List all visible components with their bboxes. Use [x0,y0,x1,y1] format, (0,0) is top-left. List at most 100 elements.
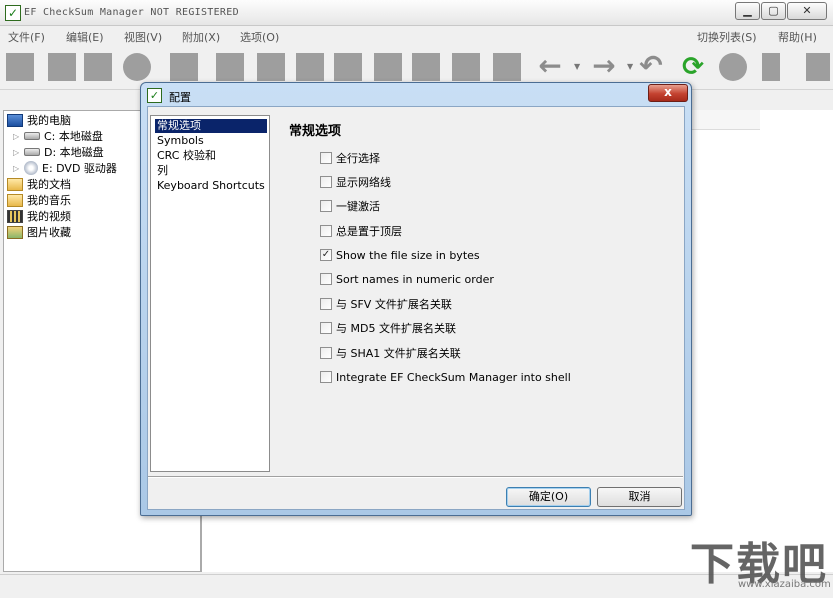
check-doc-icon[interactable] [334,53,362,81]
option-associate-md5[interactable]: 与 MD5 文件扩展名关联 [320,320,456,336]
minimize-button[interactable]: ▁ [735,2,760,20]
filter-icon[interactable] [452,53,480,81]
folder-icon [7,177,23,191]
folder-icon [7,193,23,207]
dialog-check-icon: ✓ [147,88,162,103]
category-keyboard-shortcuts[interactable]: Keyboard Shortcuts [155,179,267,193]
option-one-click-activate[interactable]: 一键激活 [320,198,380,214]
option-label: 全行选择 [336,152,380,165]
doc-plus-icon[interactable] [374,53,402,81]
window-title: EF CheckSum Manager NOT REGISTERED [24,7,239,18]
checkbox[interactable] [320,322,332,334]
lightning-icon[interactable] [762,53,780,81]
tree-item-label: 图片收藏 [27,226,71,239]
category-crc[interactable]: CRC 校验和 [155,149,218,163]
section-title: 常规选项 [289,124,342,139]
back-dropdown-icon[interactable]: ▼ [574,53,584,81]
tree-item-drive-d[interactable]: ▷ D: 本地磁盘 [13,144,104,160]
list-column-header[interactable] [692,110,760,130]
tree-item-drive-c[interactable]: ▷ C: 本地磁盘 [13,128,103,144]
tree-item-label: 我的电脑 [27,114,71,127]
new-file-icon[interactable] [6,53,34,81]
option-full-row-select[interactable]: 全行选择 [320,150,380,166]
forward-arrow-icon[interactable]: → [590,52,618,81]
category-general[interactable]: 常规选项 [155,119,267,133]
folder-icon[interactable] [170,53,198,81]
checkbox[interactable] [320,298,332,310]
menu-help[interactable]: 帮助(H) [778,29,817,45]
tree-item-label: 我的文档 [27,178,71,191]
option-always-on-top[interactable]: 总是置于顶层 [320,223,402,239]
picture-icon [7,225,23,239]
menu-view[interactable]: 视图(V) [124,29,162,45]
checkbox[interactable] [320,200,332,212]
undo-icon[interactable]: ↶ [637,52,665,81]
delete-icon[interactable] [806,53,830,81]
back-arrow-icon[interactable]: ← [536,52,564,81]
checkbox[interactable] [320,152,332,164]
app-check-icon: ✓ [5,5,21,21]
tree-item-label: C: 本地磁盘 [44,130,103,143]
category-symbols[interactable]: Symbols [155,134,206,148]
tree-item-label: 我的视频 [27,210,71,223]
dialog-separator [148,476,683,478]
refresh-icon[interactable]: ⟳ [679,53,707,81]
category-columns[interactable]: 列 [155,164,170,178]
checkbox[interactable] [320,225,332,237]
ok-button[interactable]: 确定(O) [506,487,591,507]
option-associate-sha1[interactable]: 与 SHA1 文件扩展名关联 [320,345,461,361]
tree-item-label: 我的音乐 [27,194,71,207]
save-icon[interactable] [84,53,112,81]
option-numeric-sort[interactable]: Sort names in numeric order [320,271,494,287]
option-file-size-bytes[interactable]: ✓ Show the file size in bytes [320,247,480,263]
watermark-url: www.xiazaiba.com [738,579,831,590]
stop-icon[interactable] [719,53,747,81]
tree-item-my-music[interactable]: 我的音乐 [7,192,71,208]
expand-arrow-icon[interactable]: ▷ [13,164,21,173]
checkbox[interactable] [320,371,332,383]
checkbox[interactable] [320,347,332,359]
option-show-grid-lines[interactable]: 显示网络线 [320,174,391,190]
option-label: 总是置于顶层 [336,225,402,238]
option-label: 与 MD5 文件扩展名关联 [336,322,456,335]
option-label: 一键激活 [336,200,380,213]
option-label: 与 SHA1 文件扩展名关联 [336,347,461,360]
checkbox[interactable] [320,273,332,285]
category-list[interactable]: 常规选项 Symbols CRC 校验和 列 Keyboard Shortcut… [150,115,270,472]
trash-icon[interactable] [493,53,521,81]
dialog-close-button[interactable]: x [648,84,688,102]
option-associate-sfv[interactable]: 与 SFV 文件扩展名关联 [320,296,452,312]
dialog-body: 常规选项 Symbols CRC 校验和 列 Keyboard Shortcut… [147,106,685,510]
drive-icon [24,132,40,140]
expand-arrow-icon[interactable]: ▷ [13,148,21,157]
cancel-button[interactable]: 取消 [597,487,682,507]
open-file-icon[interactable] [48,53,76,81]
menu-extras[interactable]: 附加(X) [182,29,220,45]
forward-dropdown-icon[interactable]: ▼ [627,53,637,81]
expand-arrow-icon[interactable]: ▷ [13,132,21,141]
tree-item-my-videos[interactable]: 我的视频 [7,208,71,224]
circle-icon[interactable] [123,53,151,81]
close-window-button[interactable]: ✕ [787,2,827,20]
copy-icon[interactable] [216,53,244,81]
eraser-icon[interactable] [257,53,285,81]
computer-icon [7,113,23,127]
maximize-button[interactable]: ▢ [761,2,786,20]
menu-options[interactable]: 选项(O) [240,29,279,45]
tree-item-label: D: 本地磁盘 [44,146,104,159]
option-label: 显示网络线 [336,176,391,189]
tree-item-my-computer[interactable]: 我的电脑 [7,112,71,128]
tree-item-my-pictures[interactable]: 图片收藏 [7,224,71,240]
menu-file[interactable]: 文件(F) [8,29,45,45]
menu-edit[interactable]: 编辑(E) [66,29,104,45]
tree-item-my-documents[interactable]: 我的文档 [7,176,71,192]
checkbox-checked[interactable]: ✓ [320,249,332,261]
option-label: Integrate EF CheckSum Manager into shell [336,370,571,384]
document-icon[interactable] [296,53,324,81]
checkbox[interactable] [320,176,332,188]
option-shell-integration[interactable]: Integrate EF CheckSum Manager into shell [320,369,571,385]
menu-toggle-list[interactable]: 切换列表(S) [697,29,757,45]
doc-minus-icon[interactable] [412,53,440,81]
tree-item-drive-e[interactable]: ▷ E: DVD 驱动器 [13,160,117,176]
menubar: 文件(F) 编辑(E) 视图(V) 附加(X) 选项(O) 切换列表(S) 帮助… [0,26,833,46]
